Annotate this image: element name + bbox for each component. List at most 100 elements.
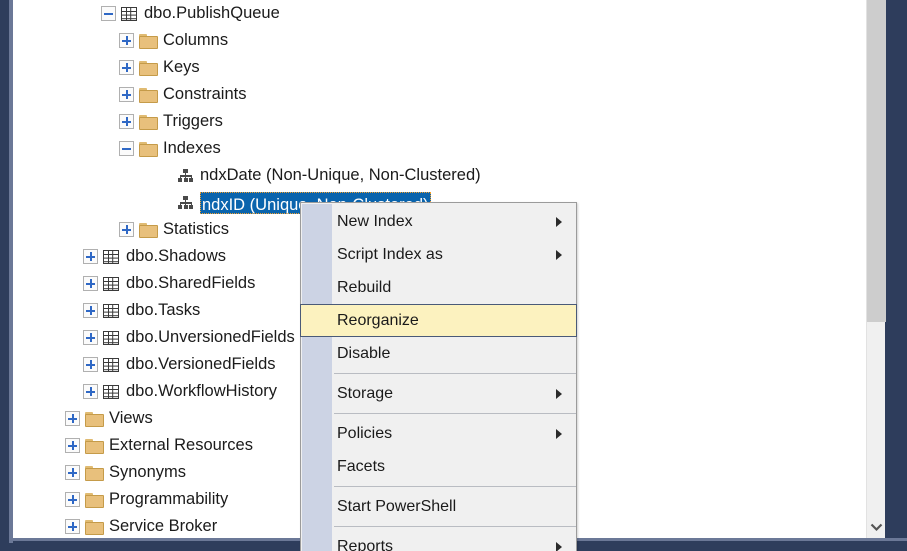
table-icon — [103, 330, 119, 345]
folder-icon — [139, 87, 158, 103]
menu-item-script-index-as[interactable]: Script Index as — [301, 238, 576, 271]
chevron-down-icon[interactable] — [867, 516, 886, 538]
tree-node-label: Keys — [163, 58, 200, 76]
expand-toggle-icon[interactable] — [65, 492, 80, 507]
folder-icon — [85, 519, 104, 535]
folder-icon — [139, 33, 158, 49]
folder-icon — [139, 114, 158, 130]
tree-node-label: Triggers — [163, 112, 223, 130]
tree-node-label: Columns — [163, 31, 229, 49]
expand-toggle-icon[interactable] — [119, 87, 134, 102]
expand-toggle-icon[interactable] — [83, 330, 98, 345]
window-frame-left — [0, 0, 9, 551]
submenu-arrow-icon — [556, 388, 562, 399]
index-icon — [178, 169, 193, 182]
menu-item-label: Facets — [337, 458, 386, 475]
expand-toggle-icon[interactable] — [119, 60, 134, 75]
expand-toggle-icon[interactable] — [83, 249, 98, 264]
folder-icon — [139, 60, 158, 76]
tree-node-label: Service Broker — [109, 517, 218, 535]
tree-node[interactable]: Indexes — [13, 135, 866, 162]
menu-item-rebuild[interactable]: Rebuild — [301, 271, 576, 304]
menu-item-policies[interactable]: Policies — [301, 417, 576, 450]
menu-item-label: Script Index as — [337, 246, 443, 263]
tree-node[interactable]: Triggers — [13, 108, 866, 135]
expand-toggle-icon[interactable] — [83, 276, 98, 291]
table-icon — [103, 384, 119, 399]
tree-node-label: Constraints — [163, 85, 247, 103]
expand-toggle-icon[interactable] — [65, 519, 80, 534]
tree-node-label: Indexes — [163, 139, 221, 157]
tree-node-label: dbo.SharedFields — [126, 274, 256, 292]
expand-toggle-icon[interactable] — [65, 465, 80, 480]
folder-icon — [85, 411, 104, 427]
menu-item-label: Start PowerShell — [337, 498, 457, 515]
menu-item-label: Storage — [337, 385, 394, 402]
folder-icon — [85, 465, 104, 481]
collapse-toggle-icon[interactable] — [119, 141, 134, 156]
expand-toggle-icon[interactable] — [83, 303, 98, 318]
menu-separator — [334, 373, 576, 374]
expand-toggle-icon[interactable] — [119, 114, 134, 129]
collapse-toggle-icon[interactable] — [101, 6, 116, 21]
menu-separator — [334, 413, 576, 414]
tree-node-label: dbo.UnversionedFields — [126, 328, 295, 346]
menu-item-reports[interactable]: Reports — [301, 530, 576, 551]
folder-icon — [85, 438, 104, 454]
tree-node-label: dbo.PublishQueue — [144, 4, 280, 22]
tree-node[interactable]: Constraints — [13, 81, 866, 108]
menu-item-start-powershell[interactable]: Start PowerShell — [301, 490, 576, 523]
menu-item-label: Reorganize — [337, 312, 419, 329]
menu-item-label: Disable — [337, 345, 391, 362]
table-icon — [121, 6, 137, 21]
submenu-arrow-icon — [556, 216, 562, 227]
expand-toggle-icon[interactable] — [119, 33, 134, 48]
table-icon — [103, 249, 119, 264]
menu-item-label: Policies — [337, 425, 393, 442]
menu-item-storage[interactable]: Storage — [301, 377, 576, 410]
submenu-arrow-icon — [556, 249, 562, 260]
table-icon — [103, 357, 119, 372]
table-icon — [103, 303, 119, 318]
tree-node-label: ndxDate (Non-Unique, Non-Clustered) — [200, 166, 481, 184]
object-explorer-window: dbo.PublishQueue Columns Keys Constraints Tr… — [0, 0, 907, 551]
index-icon — [178, 196, 193, 209]
scrollbar-thumb[interactable] — [867, 0, 886, 322]
tree-node-label: Programmability — [109, 490, 229, 508]
tree-node-label: dbo.Shadows — [126, 247, 226, 265]
tree-node-label: Statistics — [163, 220, 230, 238]
menu-item-label: Reports — [337, 538, 394, 551]
submenu-arrow-icon — [556, 428, 562, 439]
menu-separator — [334, 526, 576, 527]
tree-node-label: dbo.Tasks — [126, 301, 201, 319]
tree-node-label: Views — [109, 409, 153, 427]
menu-item-label: Rebuild — [337, 279, 392, 296]
tree-node-label: Synonyms — [109, 463, 187, 481]
index-context-menu[interactable]: New Index Script Index as Rebuild Reorganiz… — [300, 202, 577, 551]
menu-item-label: New Index — [337, 213, 413, 230]
tree-node[interactable]: Columns — [13, 27, 866, 54]
expand-toggle-icon[interactable] — [65, 438, 80, 453]
menu-item-reorganize[interactable]: Reorganize — [300, 304, 577, 337]
tree-node-label: dbo.WorkflowHistory — [126, 382, 277, 400]
menu-separator — [334, 486, 576, 487]
window-frame-right — [885, 0, 907, 551]
tree-node-label: External Resources — [109, 436, 253, 454]
submenu-arrow-icon — [556, 541, 562, 551]
folder-icon — [139, 222, 158, 238]
tree-node[interactable]: ndxDate (Non-Unique, Non-Clustered) — [13, 162, 866, 189]
expand-toggle-icon[interactable] — [83, 384, 98, 399]
expand-toggle-icon[interactable] — [119, 222, 134, 237]
folder-icon — [85, 492, 104, 508]
menu-item-disable[interactable]: Disable — [301, 337, 576, 370]
vertical-scrollbar[interactable] — [866, 0, 886, 538]
menu-item-new-index[interactable]: New Index — [301, 205, 576, 238]
expand-toggle-icon[interactable] — [65, 411, 80, 426]
expand-toggle-icon[interactable] — [83, 357, 98, 372]
menu-item-facets[interactable]: Facets — [301, 450, 576, 483]
tree-node-label: dbo.VersionedFields — [126, 355, 276, 373]
folder-icon — [139, 141, 158, 157]
table-icon — [103, 276, 119, 291]
tree-node[interactable]: Keys — [13, 54, 866, 81]
tree-node[interactable]: dbo.PublishQueue — [13, 0, 866, 27]
